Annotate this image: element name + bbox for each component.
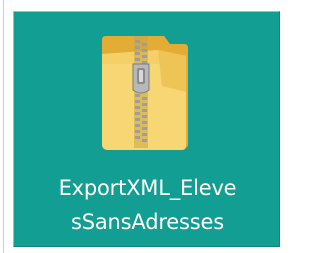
window-edge: [3, 0, 4, 253]
zip-file-desktop-item[interactable]: ExportXML_Eleve sSansAdresses: [13, 11, 280, 247]
desktop-background: ExportXML_Eleve sSansAdresses: [0, 0, 294, 253]
zip-folder-icon: [92, 30, 202, 156]
file-name-label: ExportXML_Eleve sSansAdresses: [20, 171, 275, 239]
file-name-line-1: ExportXML_Eleve: [58, 176, 237, 200]
file-name-line-2: sSansAdresses: [71, 210, 224, 234]
